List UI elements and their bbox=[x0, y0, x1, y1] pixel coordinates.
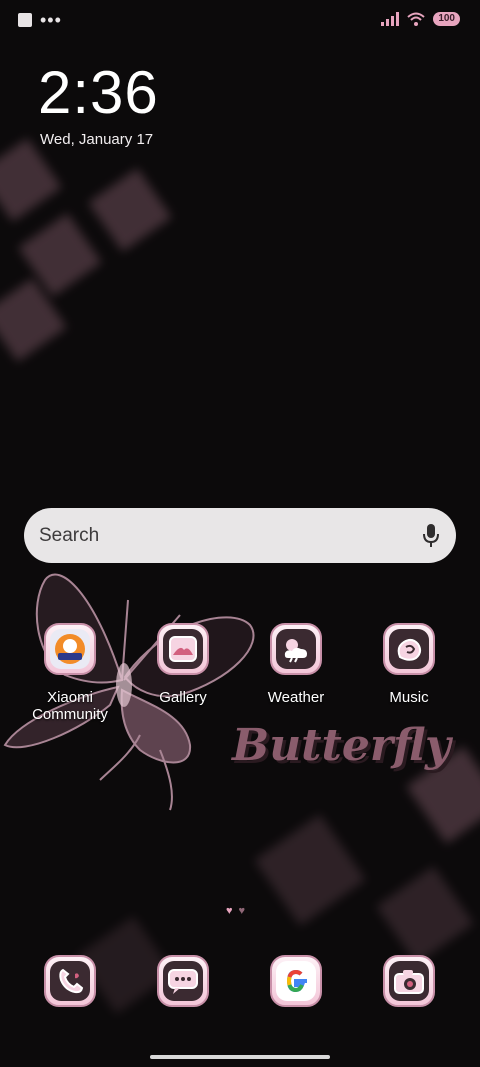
mic-icon[interactable] bbox=[406, 508, 456, 563]
page-indicator[interactable]: ♥ ♥ bbox=[226, 905, 245, 917]
app-label-weather: Weather bbox=[267, 689, 325, 706]
status-left: ••• bbox=[18, 10, 62, 30]
lock-date[interactable]: Wed, January 17 bbox=[40, 131, 153, 148]
weather-icon[interactable] bbox=[270, 623, 322, 675]
app-label-gallery: Gallery bbox=[159, 689, 207, 706]
messages-icon[interactable] bbox=[157, 955, 209, 1007]
app-gallery[interactable]: Gallery bbox=[127, 623, 239, 706]
notification-square-icon bbox=[18, 13, 32, 27]
app-label-music: Music bbox=[389, 689, 429, 706]
app-weather[interactable]: Weather bbox=[240, 623, 352, 706]
heart-icon: ♥ bbox=[238, 905, 246, 917]
dock-google[interactable] bbox=[240, 955, 352, 1007]
dock-camera[interactable] bbox=[353, 955, 465, 1007]
status-bar: ••• 100 bbox=[0, 0, 480, 42]
lock-clock[interactable]: 2:36 bbox=[38, 58, 159, 127]
app-xiaomi-community[interactable]: Xiaomi Community bbox=[14, 623, 126, 723]
wifi-icon bbox=[407, 12, 425, 26]
music-icon[interactable] bbox=[383, 623, 435, 675]
wallpaper-checker bbox=[376, 866, 474, 964]
xiaomi-community-icon[interactable] bbox=[44, 623, 96, 675]
wallpaper-checker bbox=[0, 138, 62, 222]
google-icon[interactable] bbox=[270, 955, 322, 1007]
wallpaper-checker bbox=[88, 168, 172, 252]
app-music[interactable]: Music bbox=[353, 623, 465, 706]
phone-icon[interactable] bbox=[44, 955, 96, 1007]
heart-icon: ♥ bbox=[226, 905, 233, 917]
gallery-icon[interactable] bbox=[157, 623, 209, 675]
status-right: 100 bbox=[381, 12, 460, 26]
battery-icon: 100 bbox=[433, 12, 460, 26]
dock-messages[interactable] bbox=[127, 955, 239, 1007]
search-placeholder[interactable]: Search bbox=[39, 525, 406, 547]
more-dots-icon: ••• bbox=[40, 10, 62, 30]
app-label-xiaomi-community: Xiaomi Community bbox=[32, 689, 108, 723]
wallpaper-checker bbox=[254, 814, 366, 926]
camera-icon[interactable] bbox=[383, 955, 435, 1007]
gesture-nav-bar[interactable] bbox=[150, 1055, 330, 1059]
search-bar[interactable]: Search bbox=[24, 508, 456, 563]
wallpaper-butterfly-text: Butterfly bbox=[232, 720, 451, 771]
signal-icon bbox=[381, 12, 400, 26]
dock-phone[interactable] bbox=[14, 955, 126, 1007]
